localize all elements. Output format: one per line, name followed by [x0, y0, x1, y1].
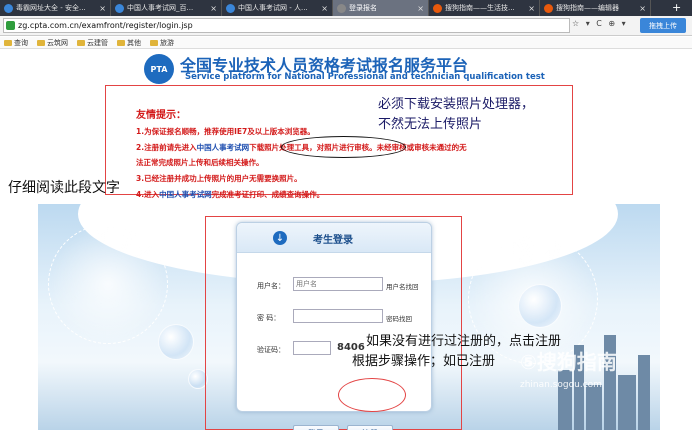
exam-site-link[interactable]: 中国人事考试网	[159, 190, 212, 199]
folder-icon	[37, 39, 45, 46]
login-button[interactable]: 登录	[293, 425, 339, 430]
page-subtitle: Service platform for National Profession…	[185, 72, 545, 82]
navigation-controls[interactable]: ☆ ▾ C ⊕ ▾	[572, 19, 628, 28]
password-label: 密 码：	[257, 314, 281, 322]
folder-icon	[150, 39, 158, 46]
tab-5[interactable]: 搜狗指南——编辑器 ×	[540, 0, 651, 16]
close-icon[interactable]: ×	[525, 4, 535, 13]
register-button[interactable]: 注册	[347, 425, 393, 430]
login-header: ↓ 考生登录	[237, 223, 431, 253]
annotation-download-1: 必须下载安装照片处理器，	[378, 97, 535, 112]
tab-label: 毒霸网址大全 - 安全...	[16, 4, 86, 12]
close-icon[interactable]: ×	[318, 4, 328, 13]
new-tab-button[interactable]: +	[672, 1, 681, 14]
folder-icon	[77, 39, 85, 46]
bookmark-travel[interactable]: 旅游	[150, 38, 174, 48]
bookmark-other[interactable]: 其他	[117, 38, 141, 48]
close-icon[interactable]: ×	[636, 4, 646, 13]
bubble-image	[158, 324, 194, 360]
annotation-register-2: 根据步骤操作；如已注册	[352, 354, 496, 369]
city-building	[638, 355, 650, 430]
annotation-download-2: 不然无法上传照片	[378, 117, 483, 132]
folder-icon	[4, 39, 12, 46]
login-panel: ↓ 考生登录 用户名： 用户名找回 密 码： 密码找回 验证码： 8406 登录…	[236, 222, 432, 430]
dandelion-image	[48, 224, 168, 344]
notice-line-3: 3.已经注册并成功上传照片的用户无需要换照片。	[136, 174, 302, 183]
arrow-down-icon: ↓	[273, 231, 287, 245]
notice-line-4: 4.进入中国人事考试网完成准考证打印、成绩查询操作。	[136, 190, 325, 199]
tab-2[interactable]: 中国人事考试网 - 人... ×	[222, 0, 333, 16]
register-highlight-circle	[338, 378, 406, 412]
captcha-label: 验证码：	[257, 346, 285, 354]
notice-box: 友情提示： 1.为保证报名顺畅，推荐使用IE7及以上版本浏览器。 2.注册前请先…	[105, 85, 573, 199]
bookmark-yunzhu[interactable]: 云筑网	[37, 38, 68, 48]
page-content: PTA 全国专业技术人员资格考试报名服务平台 Service platform …	[0, 50, 692, 430]
close-icon[interactable]: ×	[414, 4, 424, 13]
sogou-icon	[544, 3, 553, 13]
login-title: 考生登录	[313, 235, 353, 246]
tab-label: 搜狗指南——编辑器	[556, 4, 619, 12]
city-building	[618, 375, 636, 430]
notice-line-1: 1.为保证报名顺畅，推荐使用IE7及以上版本浏览器。	[136, 127, 315, 136]
close-icon[interactable]: ×	[207, 4, 217, 13]
sogou-icon	[433, 3, 442, 13]
annotation-read-carefully: 仔细阅读此段文字	[8, 180, 120, 196]
tab-label: 搜狗指南——生活技...	[445, 4, 515, 12]
folder-icon	[117, 39, 125, 46]
site-icon	[226, 3, 235, 13]
page-icon	[337, 3, 346, 13]
site-icon	[115, 3, 124, 13]
bookmark-yunjianguan[interactable]: 云建管	[77, 38, 108, 48]
tab-1[interactable]: 中国人事考试网_百... ×	[111, 0, 222, 16]
city-building	[586, 385, 602, 430]
tab-4[interactable]: 搜狗指南——生活技... ×	[429, 0, 540, 16]
highlight-ellipse	[281, 136, 406, 158]
tab-3[interactable]: 登录报名 ×	[333, 0, 429, 16]
site-icon	[4, 3, 13, 13]
captcha-input[interactable]	[293, 341, 331, 355]
tab-0[interactable]: 毒霸网址大全 - 安全... ×	[0, 0, 111, 16]
username-input[interactable]	[293, 277, 383, 291]
password-recover-link[interactable]: 密码找回	[386, 313, 412, 323]
bookmark-query[interactable]: 查询	[4, 38, 28, 48]
password-input[interactable]	[293, 309, 383, 323]
url-field[interactable]: zg.cpta.com.cn/examfront/register/login.…	[3, 18, 570, 33]
tab-label: 中国人事考试网_百...	[127, 4, 194, 12]
city-building	[558, 370, 572, 430]
url-text: zg.cpta.com.cn/examfront/register/login.…	[18, 21, 193, 30]
watermark-url: zhinan.sogou.com	[520, 380, 602, 390]
secure-site-icon	[6, 21, 15, 30]
bubble-image	[518, 284, 562, 328]
watermark-logo: ⑤搜狗指南	[520, 350, 617, 374]
username-label: 用户名：	[257, 282, 285, 290]
username-recover-link[interactable]: 用户名找回	[386, 281, 419, 291]
exam-site-link[interactable]: 中国人事考试网	[197, 143, 250, 152]
bookmarks-bar: 查询 云筑网 云建管 其他 旅游	[0, 37, 692, 49]
close-icon[interactable]: ×	[96, 4, 106, 13]
tab-label: 登录报名	[349, 4, 377, 12]
address-bar: zg.cpta.com.cn/examfront/register/login.…	[0, 16, 692, 36]
tab-label: 中国人事考试网 - 人...	[238, 4, 308, 12]
notice-line-2b: 法正常完成照片上传和后续相关操作。	[136, 158, 264, 167]
notice-title: 友情提示：	[136, 110, 186, 121]
browser-tab-bar: 毒霸网址大全 - 安全... × 中国人事考试网_百... × 中国人事考试网 - …	[0, 0, 692, 16]
upload-button[interactable]: 拖拽上传	[640, 18, 686, 33]
pta-logo: PTA	[144, 54, 174, 84]
